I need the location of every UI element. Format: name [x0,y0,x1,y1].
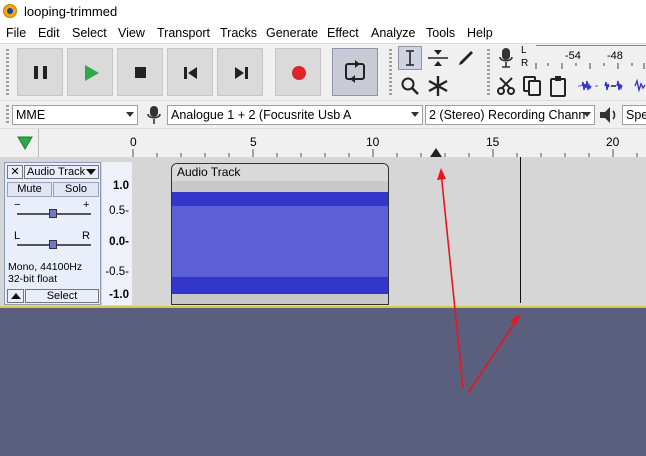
annotation-arrows [437,168,521,394]
